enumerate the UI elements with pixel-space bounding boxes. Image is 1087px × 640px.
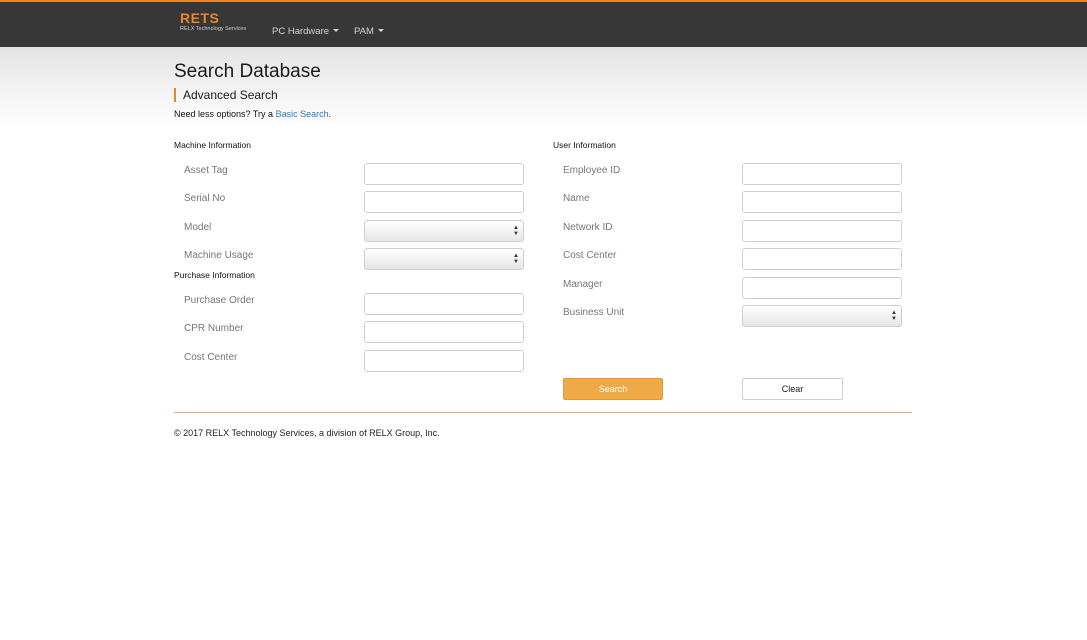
- select-arrows-icon: ▲ ▼: [891, 310, 897, 322]
- employee-id-label: Employee ID: [563, 165, 621, 176]
- user-cost-center-label: Cost Center: [563, 250, 617, 261]
- purchase-cost-center-input[interactable]: [364, 350, 524, 372]
- name-label: Name: [563, 193, 590, 204]
- network-id-label: Network ID: [563, 222, 613, 233]
- machine-usage-label: Machine Usage: [184, 250, 254, 261]
- brand-name: RETS: [180, 10, 220, 26]
- cpr-number-input[interactable]: [364, 321, 524, 343]
- search-mode-hint: Need less options? Try a Basic Search.: [174, 109, 331, 119]
- search-button[interactable]: Search: [563, 378, 663, 400]
- user-cost-center-input[interactable]: [742, 248, 902, 270]
- business-unit-select[interactable]: ▲ ▼: [742, 305, 902, 327]
- page-title: Search Database: [174, 61, 321, 82]
- clear-button[interactable]: Clear: [742, 378, 843, 400]
- asset-tag-input[interactable]: [364, 163, 524, 185]
- select-arrows-icon: ▲ ▼: [513, 253, 519, 265]
- nav-pc-hardware-dropdown[interactable]: PC Hardware: [272, 26, 340, 37]
- top-navbar: RETS RELX Technology Services PC Hardwar…: [0, 0, 1087, 47]
- select-arrows-icon: ▲ ▼: [513, 225, 519, 237]
- header-background: [0, 47, 1087, 127]
- model-select[interactable]: ▲ ▼: [364, 220, 524, 242]
- nav-pam-dropdown[interactable]: PAM: [354, 26, 384, 37]
- purchase-cost-center-label: Cost Center: [184, 352, 238, 363]
- cpr-number-label: CPR Number: [184, 323, 244, 334]
- manager-input[interactable]: [742, 277, 902, 299]
- purchase-order-input[interactable]: [364, 293, 524, 315]
- section-purchase-information: Purchase Information: [174, 270, 255, 280]
- asset-tag-label: Asset Tag: [184, 165, 228, 176]
- page-subtitle: Advanced Search: [174, 88, 278, 102]
- caret-down-icon: [377, 29, 384, 32]
- network-id-input[interactable]: [742, 220, 902, 242]
- manager-label: Manager: [563, 279, 603, 290]
- footer-divider: [174, 412, 912, 413]
- nav-pc-hardware-label: PC Hardware: [272, 26, 330, 37]
- section-machine-information: Machine Information: [174, 140, 252, 150]
- business-unit-label: Business Unit: [563, 307, 625, 318]
- footer-copyright: © 2017 RELX Technology Services, a divis…: [174, 428, 440, 438]
- model-label: Model: [184, 222, 212, 233]
- brand-subtitle: RELX Technology Services: [180, 26, 247, 32]
- nav-pam-label: PAM: [354, 26, 374, 37]
- name-input[interactable]: [742, 191, 902, 213]
- employee-id-input[interactable]: [742, 163, 902, 185]
- hint-prefix: Need less options? Try a: [174, 109, 276, 119]
- hint-suffix: .: [328, 109, 332, 119]
- purchase-order-label: Purchase Order: [184, 295, 255, 306]
- section-user-information: User Information: [553, 140, 616, 150]
- serial-no-input[interactable]: [364, 191, 524, 213]
- basic-search-link[interactable]: Basic Search: [276, 109, 329, 119]
- caret-down-icon: [333, 29, 340, 32]
- machine-usage-select[interactable]: ▲ ▼: [364, 248, 524, 270]
- serial-no-label: Serial No: [184, 193, 226, 204]
- brand-logo[interactable]: RETS RELX Technology Services: [180, 10, 246, 33]
